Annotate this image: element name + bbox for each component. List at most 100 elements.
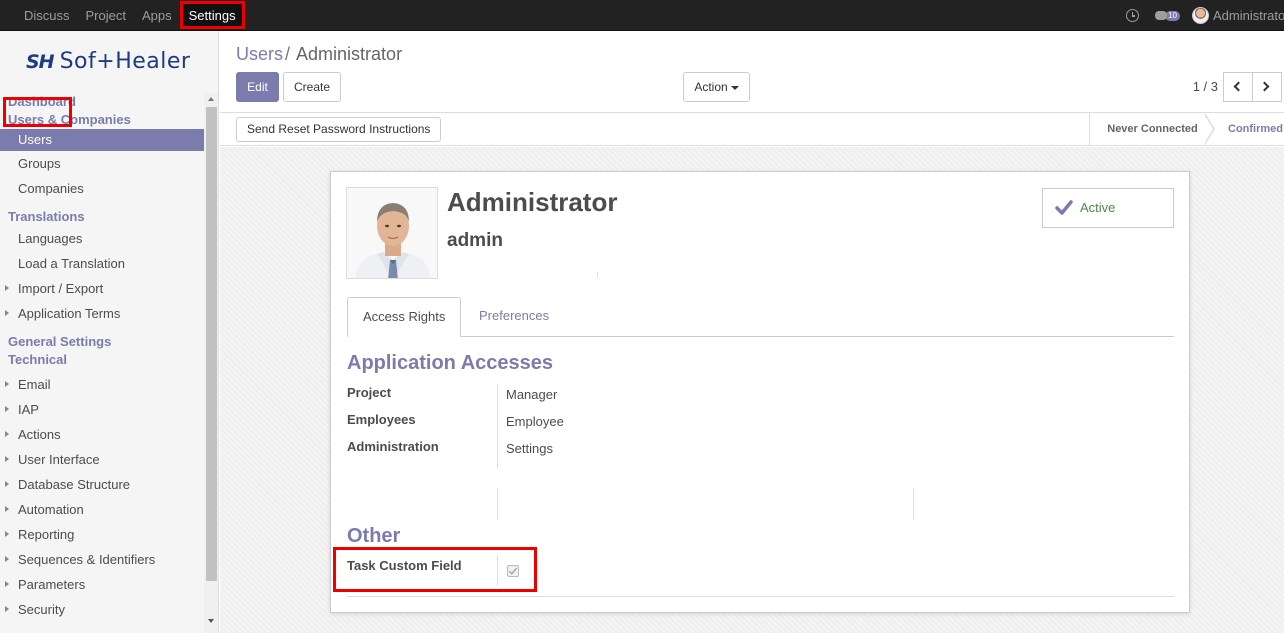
create-button[interactable]: Create [283,72,341,102]
field-value-project[interactable]: Manager [506,387,557,402]
caret-right-icon [5,310,9,316]
sidebar-item-import-export[interactable]: Import / Export [0,276,204,301]
breadcrumb: Users / Administrator [236,44,402,65]
section-application-accesses: Application Accesses [347,352,554,374]
breadcrumb-users-link[interactable]: Users [236,44,283,64]
scrollbar-thumb[interactable] [206,107,217,581]
sidebar-label: Application Terms [18,306,121,321]
chevron-left-icon [1233,81,1244,92]
sidebar-section-translations[interactable]: Translations [0,208,204,226]
sidebar-label: Load a Translation [18,256,125,271]
message-count-badge[interactable]: 10 [1165,10,1180,21]
top-navbar: Discuss Project Apps Settings 10 Adminis… [0,0,1284,31]
tab-preferences[interactable]: Preferences [464,297,564,337]
sidebar-item-email[interactable]: Email [0,372,204,397]
sidebar-label: Automation [18,502,84,517]
sidebar-label: Technical [8,352,68,367]
sidebar-scrollbar[interactable] [204,93,218,633]
logo-text: Sof+Healer [59,49,191,74]
sidebar-label: Actions [18,427,61,442]
user-name-field: Administrator [447,187,618,217]
control-panel: Users / Administrator Edit Create Action 1… [220,31,1284,113]
sidebar-section-technical[interactable]: Technical [0,351,204,369]
sidebar-item-load-a-translation[interactable]: Load a Translation [0,251,204,276]
stage-confirmed: Confirmed [1228,123,1283,135]
form-statusbar: Send Reset Password Instructions Never C… [220,113,1284,146]
sidebar-item-iap[interactable]: IAP [0,397,204,422]
active-label: Active [1080,200,1116,215]
sidebar-label: Parameters [18,577,86,592]
menu-apps[interactable]: Apps [134,0,180,31]
pager-value[interactable]: 1 / 3 [1193,79,1218,94]
empty-group-divider [497,488,498,520]
sidebar-item-security[interactable]: Security [0,597,204,622]
sidebar-item-users[interactable]: Users [0,129,204,151]
active-toggle-button[interactable]: Active [1042,188,1174,228]
user-photo[interactable] [346,187,438,279]
sidebar-label: Email [18,377,51,392]
field-label-administration: Administration [347,439,439,454]
activity-clock-icon[interactable] [1126,9,1140,22]
user-avatar[interactable] [1192,7,1209,24]
sidebar-item-companies[interactable]: Companies [0,176,204,201]
stage-separator-arrow [1204,113,1215,145]
caret-right-icon [5,531,9,537]
check-icon [1055,200,1073,215]
sidebar-item-sequences-identifiers[interactable]: Sequences & Identifiers [0,547,204,572]
field-value-employees[interactable]: Employee [506,414,564,429]
send-reset-password-button[interactable]: Send Reset Password Instructions [236,117,442,142]
breadcrumb-separator: / [285,44,291,64]
menu-discuss[interactable]: Discuss [16,0,78,31]
chat-bubble-icon[interactable] [1155,11,1168,20]
caret-right-icon [5,506,9,512]
sidebar-item-automation[interactable]: Automation [0,497,204,522]
sidebar-item-reporting[interactable]: Reporting [0,522,204,547]
action-label: Action [694,80,728,94]
caret-right-icon [5,381,9,387]
menu-settings[interactable]: Settings [179,1,245,29]
sidebar-section-general-settings[interactable]: General Settings [0,333,204,351]
user-login-field: admin [447,230,503,251]
sidebar-label: Sequences & Identifiers [18,552,156,567]
sidebar-item-database-structure[interactable]: Database Structure [0,472,204,497]
pager-previous-button[interactable] [1223,72,1253,102]
field-divider [497,384,498,468]
login-field-divider [597,272,598,277]
menu-project[interactable]: Project [78,0,134,31]
sidebar-item-languages[interactable]: Languages [0,226,204,251]
chevron-right-icon [1259,81,1270,92]
tab-access-rights[interactable]: Access Rights [347,297,462,337]
user-portrait-image [347,188,437,278]
empty-group-divider-right [913,488,914,520]
caret-right-icon [5,431,9,437]
section-other: Other [347,525,401,547]
sidebar-label: General Settings [8,334,112,349]
sidebar-label: Security [18,602,65,617]
form-sheet: Administrator admin Active Access Rights… [330,171,1190,613]
field-value-administration[interactable]: Settings [506,441,553,456]
sidebar-label: Database Structure [18,477,131,492]
stage-never-connected: Never Connected [1089,113,1215,146]
field-label-project: Project [347,385,392,400]
sidebar-item-actions[interactable]: Actions [0,422,204,447]
highlight-task-custom-field [333,547,537,592]
sidebar-item-user-interface[interactable]: User Interface [0,447,204,472]
action-dropdown[interactable]: Action [683,72,750,102]
sheet-bottom-divider [347,596,1174,597]
form-tabs: Access Rights Preferences [347,297,1174,337]
caret-right-icon [5,581,9,587]
sidebar-item-application-terms[interactable]: Application Terms [0,301,204,326]
sidebar-menu: Dashboard Users & Companies Users Groups Com… [0,93,204,622]
user-menu-name[interactable]: Administrator [1213,8,1284,23]
scroll-up-arrow-icon[interactable] [208,97,214,101]
edit-button[interactable]: Edit [236,72,279,102]
breadcrumb-current: Administrator [296,44,403,64]
pager-next-button[interactable] [1252,72,1282,102]
caret-right-icon [5,606,9,612]
sidebar-label: Translations [8,209,85,224]
sidebar-item-groups[interactable]: Groups [0,151,204,176]
sidebar-label: Import / Export [18,281,104,296]
caret-right-icon [5,406,9,412]
scroll-down-arrow-icon[interactable] [208,619,214,623]
sidebar-item-parameters[interactable]: Parameters [0,572,204,597]
